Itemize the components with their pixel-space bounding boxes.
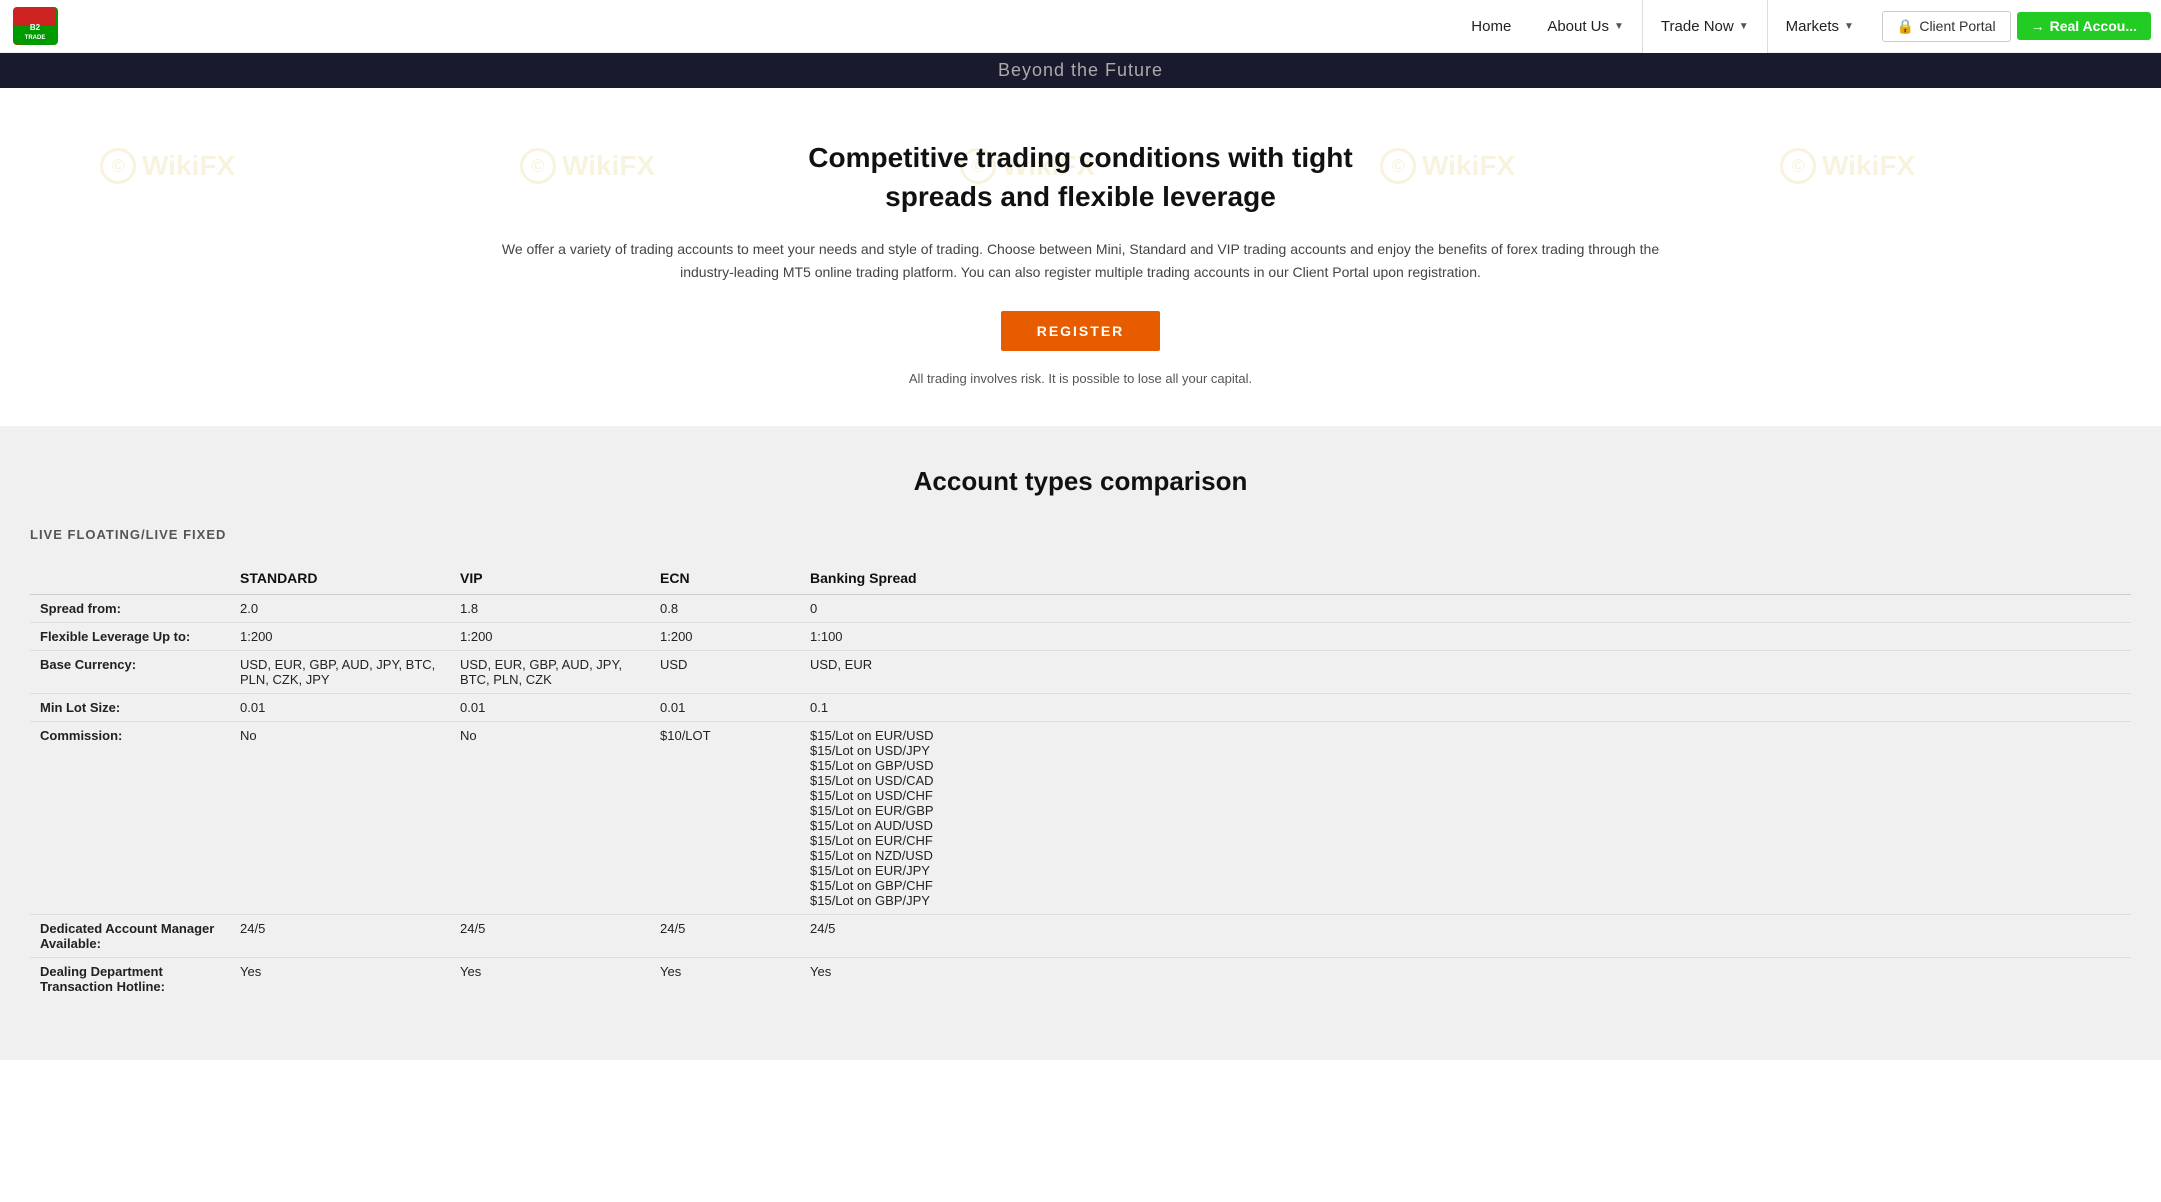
row-label: Flexible Leverage Up to: <box>30 623 230 651</box>
svg-text:B2: B2 <box>30 23 41 32</box>
row-cell: Yes <box>450 958 650 1001</box>
row-cell: 0.01 <box>450 694 650 722</box>
hero-banner: Beyond the Future <box>0 53 2161 88</box>
row-cell: 0.8 <box>650 595 800 623</box>
trade-label: Trade Now <box>1661 18 1734 35</box>
row-label: Spread from: <box>30 595 230 623</box>
row-cell: 24/5 <box>450 915 650 958</box>
client-portal-button[interactable]: 🔒 Client Portal <box>1882 11 2011 42</box>
navbar: B2 TRADE Home About Us ▼ Trade Now ▼ Mar… <box>0 0 2161 53</box>
trade-chevron-icon: ▼ <box>1739 21 1749 32</box>
markets-label: Markets <box>1786 18 1839 35</box>
row-cell: Yes <box>230 958 450 1001</box>
row-cell: 0.01 <box>230 694 450 722</box>
client-portal-label: Client Portal <box>1919 18 1995 34</box>
logo-image: B2 TRADE <box>13 7 58 45</box>
table-row: Spread from:2.01.80.80 <box>30 595 2131 623</box>
table-row: Flexible Leverage Up to:1:2001:2001:2001… <box>30 623 2131 651</box>
col-header-standard: STANDARD <box>230 562 450 595</box>
nav-about[interactable]: About Us ▼ <box>1529 0 1642 53</box>
nav-right: 🔒 Client Portal → Real Accou... <box>1882 11 2151 42</box>
row-cell: 1:200 <box>230 623 450 651</box>
markets-chevron-icon: ▼ <box>1844 21 1854 32</box>
row-cell: No <box>230 722 450 915</box>
about-chevron-icon: ▼ <box>1614 21 1624 32</box>
main-heading: Competitive trading conditions with tigh… <box>20 138 2141 216</box>
comparison-table: STANDARD VIP ECN Banking Spread Spread f… <box>30 562 2131 1000</box>
col-header-banking: Banking Spread <box>800 562 2131 595</box>
table-row: Min Lot Size:0.010.010.010.1 <box>30 694 2131 722</box>
row-cell: $10/LOT <box>650 722 800 915</box>
row-cell: 2.0 <box>230 595 450 623</box>
table-row: Dedicated Account Manager Available:24/5… <box>30 915 2131 958</box>
row-cell: 1:200 <box>450 623 650 651</box>
nav-trade[interactable]: Trade Now ▼ <box>1642 0 1768 53</box>
row-cell: 24/5 <box>650 915 800 958</box>
row-cell: USD, EUR <box>800 651 2131 694</box>
row-label: Dedicated Account Manager Available: <box>30 915 230 958</box>
row-label: Base Currency: <box>30 651 230 694</box>
row-cell: 1.8 <box>450 595 650 623</box>
row-cell: 0.1 <box>800 694 2131 722</box>
table-row: Commission:NoNo$10/LOT$15/Lot on EUR/USD… <box>30 722 2131 915</box>
col-header-empty <box>30 562 230 595</box>
comparison-title: Account types comparison <box>30 466 2131 497</box>
lock-icon: 🔒 <box>1897 18 1914 35</box>
nav-home[interactable]: Home <box>1453 0 1529 53</box>
row-cell: Yes <box>650 958 800 1001</box>
row-cell: 24/5 <box>230 915 450 958</box>
row-label: Commission: <box>30 722 230 915</box>
row-cell: $15/Lot on EUR/USD$15/Lot on USD/JPY$15/… <box>800 722 2131 915</box>
row-cell: Yes <box>800 958 2131 1001</box>
row-cell: 0 <box>800 595 2131 623</box>
col-header-ecn: ECN <box>650 562 800 595</box>
row-cell: No <box>450 722 650 915</box>
svg-text:TRADE: TRADE <box>25 35 46 41</box>
real-account-button[interactable]: → Real Accou... <box>2017 12 2151 40</box>
banner-text: Beyond the Future <box>998 60 1163 81</box>
table-label: LIVE FLOATING/LIVE FIXED <box>30 527 2131 542</box>
main-subtext: We offer a variety of trading accounts t… <box>481 238 1681 283</box>
row-label: Min Lot Size: <box>30 694 230 722</box>
risk-disclaimer: All trading involves risk. It is possibl… <box>20 371 2141 386</box>
row-label: Dealing Department Transaction Hotline: <box>30 958 230 1001</box>
comparison-section: Account types comparison LIVE FLOATING/L… <box>0 426 2161 1060</box>
row-cell: 1:200 <box>650 623 800 651</box>
main-content: © WikiFX © WikiFX © WikiFX © WikiFX © Wi… <box>0 88 2161 426</box>
heading-line2: spreads and flexible leverage <box>885 181 1276 212</box>
row-cell: USD, EUR, GBP, AUD, JPY, BTC, PLN, CZK <box>450 651 650 694</box>
nav-links: Home About Us ▼ Trade Now ▼ Markets ▼ <box>1453 0 1872 53</box>
row-cell: 24/5 <box>800 915 2131 958</box>
register-button[interactable]: REGISTER <box>1001 311 1161 351</box>
row-cell: 0.01 <box>650 694 800 722</box>
col-header-vip: VIP <box>450 562 650 595</box>
row-cell: USD <box>650 651 800 694</box>
arrow-right-icon: → <box>2031 18 2045 34</box>
real-account-label: Real Accou... <box>2050 18 2137 34</box>
nav-markets[interactable]: Markets ▼ <box>1768 0 1872 53</box>
row-cell: 1:100 <box>800 623 2131 651</box>
about-label: About Us <box>1547 18 1609 35</box>
heading-line1: Competitive trading conditions with tigh… <box>808 142 1352 173</box>
logo[interactable]: B2 TRADE <box>10 6 60 46</box>
table-row: Dealing Department Transaction Hotline:Y… <box>30 958 2131 1001</box>
table-row: Base Currency:USD, EUR, GBP, AUD, JPY, B… <box>30 651 2131 694</box>
row-cell: USD, EUR, GBP, AUD, JPY, BTC, PLN, CZK, … <box>230 651 450 694</box>
